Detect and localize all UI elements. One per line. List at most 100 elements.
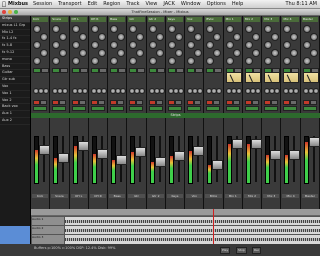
volume-fader[interactable] [270, 150, 282, 161]
strip-list-item[interactable]: Aux 2 [0, 118, 30, 125]
strip-list-item[interactable]: Strips [0, 16, 30, 23]
eq-bypass-button[interactable] [79, 68, 88, 73]
rec-arm-button[interactable] [225, 100, 233, 105]
menu-region[interactable]: Region [103, 1, 120, 7]
eq-knob[interactable] [244, 41, 253, 49]
solo-button[interactable] [71, 106, 86, 111]
solo-button[interactable] [187, 106, 202, 111]
eq-knob[interactable] [33, 41, 41, 49]
strip-list-item[interactable]: Aux 1 [0, 111, 30, 118]
volume-fader[interactable] [250, 138, 262, 149]
eq-bypass-button[interactable] [60, 68, 69, 73]
eq-knob[interactable] [167, 41, 176, 49]
rec-arm-button[interactable] [110, 100, 118, 105]
timeline-ruler[interactable] [31, 209, 320, 216]
eq-knob[interactable] [174, 49, 183, 57]
mute-button[interactable] [78, 100, 86, 105]
eq-in-button[interactable] [283, 68, 292, 73]
app-menu[interactable]: Mixbus [8, 1, 28, 7]
solo-button[interactable] [283, 106, 298, 111]
eq-knob[interactable] [59, 49, 68, 57]
eq-bypass-button[interactable] [291, 68, 300, 73]
strip-footer-name[interactable]: Mix 1 [224, 194, 241, 198]
menu-transport[interactable]: Transport [58, 1, 81, 7]
rec-arm-button[interactable] [33, 100, 40, 105]
strip-list-item[interactable]: fx 1-4 fx [0, 36, 30, 44]
strip-list-item[interactable]: Gtr sub [0, 77, 30, 84]
strip-name[interactable]: Keys [166, 17, 184, 22]
mute-button[interactable] [136, 100, 144, 105]
strip-list-item[interactable]: Vox [0, 84, 30, 91]
volume-fader[interactable] [173, 151, 185, 162]
strip-footer-name[interactable]: Vox [186, 194, 203, 198]
send-knob[interactable] [293, 88, 300, 94]
mute-button[interactable] [232, 100, 240, 105]
eq-knob[interactable] [90, 57, 99, 65]
rec-arm-button[interactable] [71, 100, 79, 105]
eq-bypass-button[interactable] [137, 68, 146, 73]
eq-in-button[interactable] [33, 68, 41, 73]
eq-knob[interactable] [271, 33, 280, 41]
eq-in-button[interactable] [110, 68, 119, 73]
send-knob[interactable] [254, 88, 261, 94]
eq-in-button[interactable] [187, 68, 196, 73]
mute-button[interactable] [40, 100, 47, 105]
eq-knob[interactable] [71, 25, 80, 33]
eq-knob[interactable] [110, 41, 119, 49]
eq-knob[interactable] [194, 49, 203, 57]
volume-fader[interactable] [308, 136, 320, 147]
eq-knob[interactable] [194, 33, 203, 41]
strip-list-item[interactable]: Vox 2 [0, 98, 30, 105]
eq-bypass-button[interactable] [272, 68, 281, 73]
eq-knob[interactable] [155, 49, 164, 57]
eq-knob[interactable] [225, 41, 234, 49]
eq-knob[interactable] [40, 33, 48, 41]
eq-bypass-button[interactable] [252, 68, 261, 73]
eq-knob[interactable] [302, 41, 311, 49]
eq-knob[interactable] [283, 25, 292, 33]
eq-knob[interactable] [264, 41, 273, 49]
send-knob[interactable] [274, 88, 281, 94]
volume-fader[interactable] [289, 150, 301, 161]
menu-edit[interactable]: Edit [88, 1, 98, 7]
eq-knob[interactable] [309, 49, 318, 57]
eq-knob[interactable] [283, 57, 292, 65]
volume-fader[interactable] [77, 141, 89, 152]
solo-button[interactable] [244, 106, 259, 111]
solo-button[interactable] [33, 106, 47, 111]
eq-knob[interactable] [110, 57, 119, 65]
eq-in-button[interactable] [148, 68, 157, 73]
mute-button[interactable] [117, 100, 125, 105]
strip-list-item[interactable]: fx 9-12 [0, 50, 30, 57]
mute-button[interactable] [213, 100, 221, 105]
send-knob[interactable] [100, 88, 107, 94]
eq-knob[interactable] [129, 25, 138, 33]
strip-list-item[interactable]: fx 5-8 [0, 43, 30, 50]
eq-knob[interactable] [129, 41, 138, 49]
eq-knob[interactable] [90, 41, 99, 49]
eq-knob[interactable] [148, 57, 157, 65]
eq-knob[interactable] [251, 33, 260, 41]
strip-name[interactable]: OH R [89, 17, 107, 22]
strip-footer-name[interactable]: Mix 4 [282, 194, 299, 198]
strip-footer-name[interactable]: Keys [166, 194, 184, 198]
strip-footer-name[interactable]: Master [301, 194, 318, 198]
eq-knob[interactable] [271, 49, 280, 57]
eq-knob[interactable] [302, 25, 311, 33]
rec-arm-button[interactable] [244, 100, 252, 105]
eq-knob[interactable] [206, 25, 215, 33]
eq-knob[interactable] [264, 57, 273, 65]
volume-fader[interactable] [193, 145, 205, 156]
strip-footer-name[interactable]: Gtr 2 [147, 194, 164, 198]
eq-knob[interactable] [71, 57, 80, 65]
solo-button[interactable] [302, 106, 317, 111]
solo-button[interactable] [52, 106, 67, 111]
strip-name[interactable]: OH L [70, 17, 87, 22]
volume-fader[interactable] [231, 138, 243, 149]
eq-knob[interactable] [309, 33, 318, 41]
mixer-tab-bar[interactable]: Strips [31, 113, 320, 118]
strip-footer-name[interactable]: Bass [109, 194, 126, 198]
eq-knob[interactable] [90, 25, 99, 33]
strip-name[interactable]: Bass [109, 17, 126, 22]
eq-knob[interactable] [136, 33, 145, 41]
